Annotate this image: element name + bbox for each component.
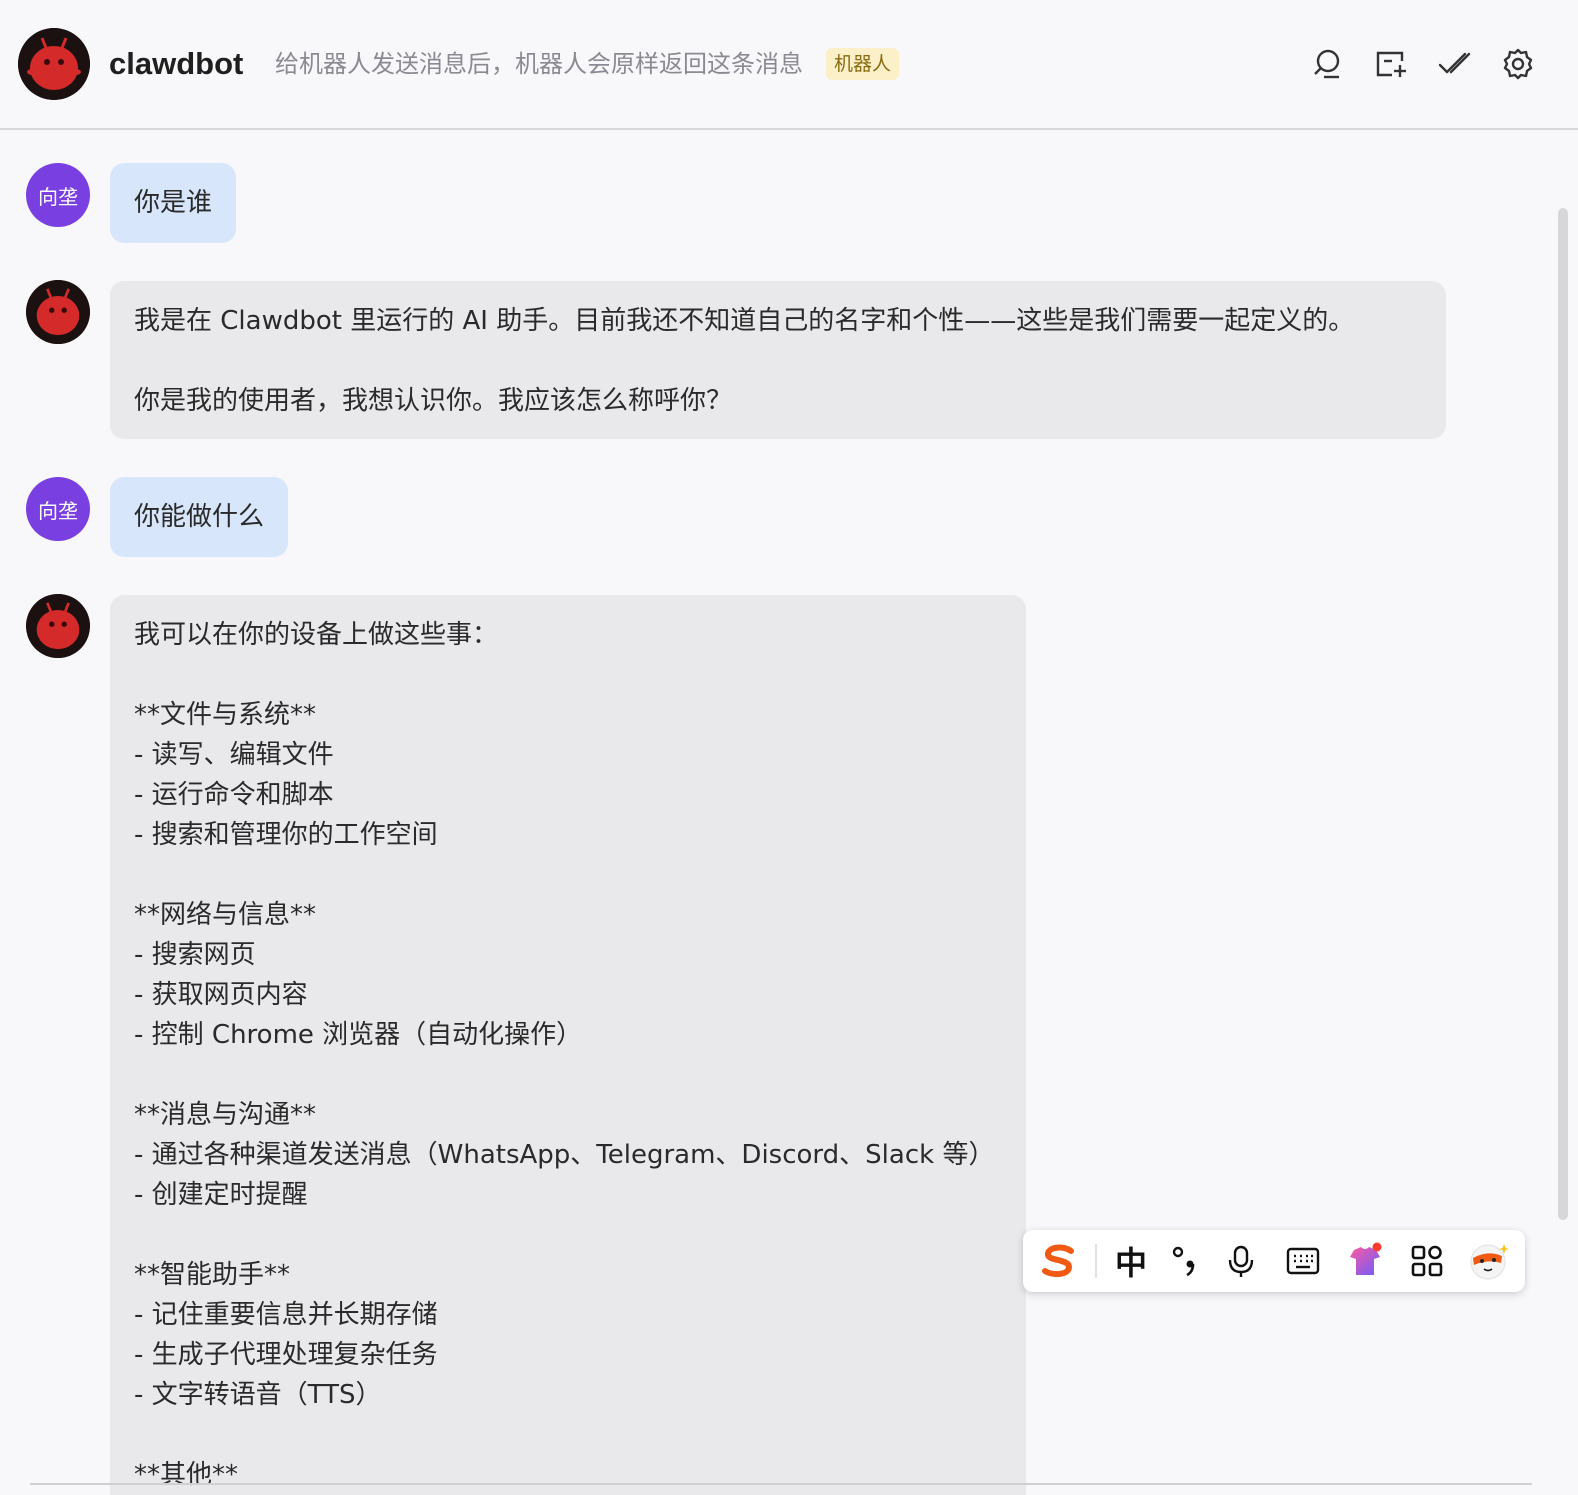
bot-avatar[interactable]	[26, 280, 90, 344]
sogou-logo-icon[interactable]	[1037, 1239, 1081, 1283]
chat-header: clawdbot 给机器人发送消息后，机器人会原样返回这条消息 机器人	[0, 0, 1578, 130]
user-avatar[interactable]: 向垄	[26, 477, 90, 541]
bot-badge: 机器人	[826, 48, 900, 80]
chat-title: clawdbot	[109, 46, 244, 81]
chat-description: 给机器人发送消息后，机器人会原样返回这条消息	[275, 50, 803, 78]
settings-icon[interactable]	[1498, 44, 1538, 84]
ime-separator	[1095, 1244, 1097, 1278]
new-chat-icon[interactable]	[1371, 44, 1411, 84]
scrollbar-thumb[interactable]	[1558, 208, 1568, 1220]
microphone-icon[interactable]	[1219, 1239, 1263, 1283]
bot-avatar[interactable]	[26, 594, 90, 658]
search-icon[interactable]	[1307, 44, 1347, 84]
ime-mode-toggle[interactable]: 中	[1109, 1239, 1153, 1283]
mascot-icon[interactable]	[1467, 1239, 1511, 1283]
skin-icon[interactable]	[1343, 1239, 1387, 1283]
bot-message: 我是在 Clawdbot 里运行的 AI 助手。目前我还不知道自己的名字和个性—…	[110, 281, 1446, 439]
bot-avatar[interactable]	[18, 28, 90, 100]
input-area-border	[30, 1483, 1532, 1485]
keyboard-icon[interactable]	[1281, 1239, 1325, 1283]
mark-read-icon[interactable]	[1434, 44, 1474, 84]
ime-toolbar: 中	[1023, 1230, 1525, 1292]
user-message: 你是谁	[110, 163, 237, 243]
bot-message: 我可以在你的设备上做这些事： **文件与系统** - 读写、编辑文件 - 运行命…	[110, 595, 1026, 1495]
user-avatar[interactable]: 向垄	[26, 163, 90, 227]
apps-grid-icon[interactable]	[1405, 1239, 1449, 1283]
punctuation-icon[interactable]	[1163, 1239, 1207, 1283]
user-message: 你能做什么	[110, 477, 289, 557]
